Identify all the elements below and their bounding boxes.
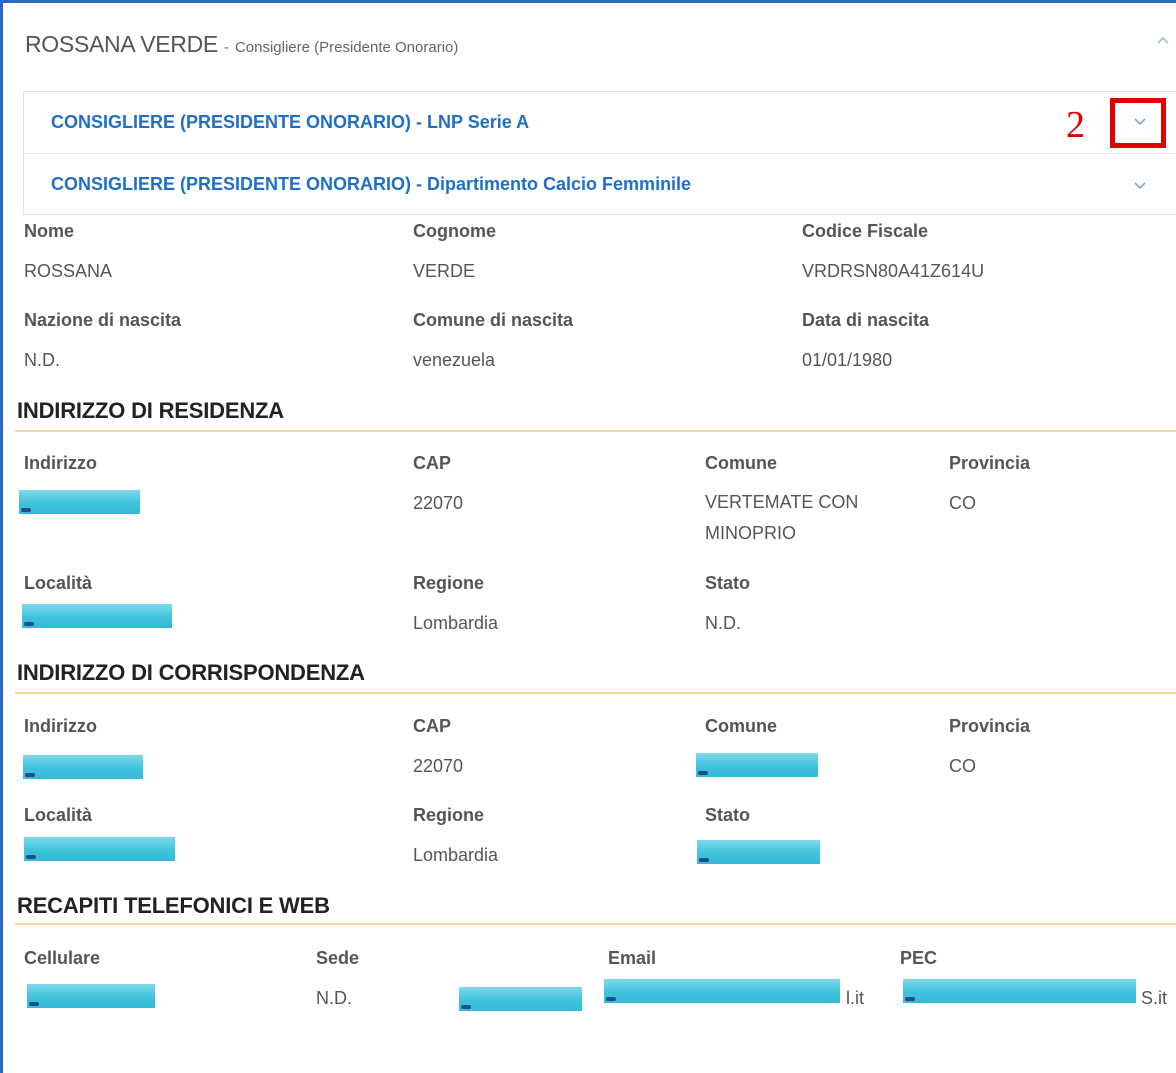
email-label: Email	[608, 948, 657, 968]
redacted-email	[604, 979, 840, 1003]
nome-label: Nome	[24, 221, 75, 241]
comune-label: Comune	[705, 716, 777, 736]
person-name: ROSSANA VERDE	[25, 31, 218, 57]
callout-highlight-box	[1110, 98, 1166, 148]
stato-value: N.D.	[705, 613, 741, 633]
stato-label: Stato	[705, 805, 750, 825]
redacted-cellulare	[27, 984, 155, 1008]
codice-fiscale-label: Codice Fiscale	[802, 221, 929, 241]
callout-number: 2	[1066, 104, 1085, 146]
redacted-pec	[903, 979, 1136, 1003]
cellulare-label: Cellulare	[24, 948, 101, 968]
roles-accordion: CONSIGLIERE (PRESIDENTE ONORARIO) - LNP …	[23, 91, 1176, 215]
cap-value: 22070	[413, 756, 464, 776]
pec-label: PEC	[900, 948, 938, 968]
redacted-comune	[696, 753, 818, 777]
indirizzo-label: Indirizzo	[24, 453, 97, 473]
nazione-nascita-value: N.D.	[24, 350, 60, 370]
comune-nascita-label: Comune di nascita	[413, 310, 574, 330]
data-nascita-label: Data di nascita	[802, 310, 930, 330]
localita-label: Località	[24, 805, 93, 825]
section-divider	[15, 923, 1176, 925]
detail-panel: ROSSANA VERDE - Consigliere (Presidente …	[0, 0, 1176, 1073]
redacted-localita	[22, 604, 172, 628]
chevron-down-icon[interactable]	[1131, 179, 1149, 193]
cap-label: CAP	[413, 453, 452, 473]
provincia-value: CO	[949, 493, 976, 513]
data-nascita-value: 01/01/1980	[802, 350, 893, 370]
provincia-label: Provincia	[949, 716, 1031, 736]
provincia-value: CO	[949, 756, 976, 776]
header-separator: -	[223, 39, 229, 56]
section-title-recapiti: RECAPITI TELEFONICI E WEB	[17, 893, 330, 918]
provincia-label: Provincia	[949, 453, 1031, 473]
panel-header: ROSSANA VERDE - Consigliere (Presidente …	[25, 31, 458, 61]
accordion-item-calcio-femminile[interactable]: CONSIGLIERE (PRESIDENTE ONORARIO) - Dipa…	[24, 154, 1176, 216]
indirizzo-label: Indirizzo	[24, 716, 97, 736]
accordion-item-title[interactable]: CONSIGLIERE (PRESIDENTE ONORARIO) - LNP …	[51, 112, 529, 133]
redacted-indirizzo	[23, 755, 143, 779]
cap-label: CAP	[413, 716, 452, 736]
cap-value: 22070	[413, 493, 464, 513]
regione-label: Regione	[413, 573, 485, 593]
section-title-corrispondenza: INDIRIZZO DI CORRISPONDENZA	[17, 660, 365, 685]
redacted-stato	[697, 840, 820, 864]
pec-suffix: S.it	[1141, 988, 1168, 1008]
email-suffix: l.it	[846, 988, 864, 1008]
cognome-label: Cognome	[413, 221, 496, 241]
section-divider	[15, 430, 1176, 432]
accordion-item-lnp-serie-a[interactable]: CONSIGLIERE (PRESIDENTE ONORARIO) - LNP …	[24, 92, 1176, 154]
localita-label: Località	[24, 573, 93, 593]
nazione-nascita-label: Nazione di nascita	[24, 310, 182, 330]
cognome-value: VERDE	[413, 261, 476, 281]
codice-fiscale-value: VRDRSN80A41Z614U	[802, 261, 985, 281]
section-title-residenza: INDIRIZZO DI RESIDENZA	[17, 398, 284, 423]
section-divider	[15, 692, 1176, 694]
stato-label: Stato	[705, 573, 750, 593]
sede-value: N.D.	[316, 988, 352, 1008]
regione-value: Lombardia	[413, 845, 499, 865]
person-role: Consigliere (Presidente Onorario)	[234, 39, 459, 56]
regione-label: Regione	[413, 805, 485, 825]
chevron-up-icon[interactable]	[1155, 33, 1171, 47]
comune-label: Comune	[705, 453, 777, 473]
regione-value: Lombardia	[413, 613, 499, 633]
nome-value: ROSSANA	[24, 261, 113, 281]
redacted-localita	[24, 837, 175, 861]
sede-label: Sede	[316, 948, 360, 968]
redacted-sede-extra	[459, 987, 582, 1011]
accordion-item-title[interactable]: CONSIGLIERE (PRESIDENTE ONORARIO) - Dipa…	[51, 174, 691, 195]
comune-value: VERTEMATE CON MINOPRIO	[705, 492, 859, 543]
redacted-indirizzo	[19, 490, 140, 514]
comune-nascita-value: venezuela	[413, 350, 496, 370]
